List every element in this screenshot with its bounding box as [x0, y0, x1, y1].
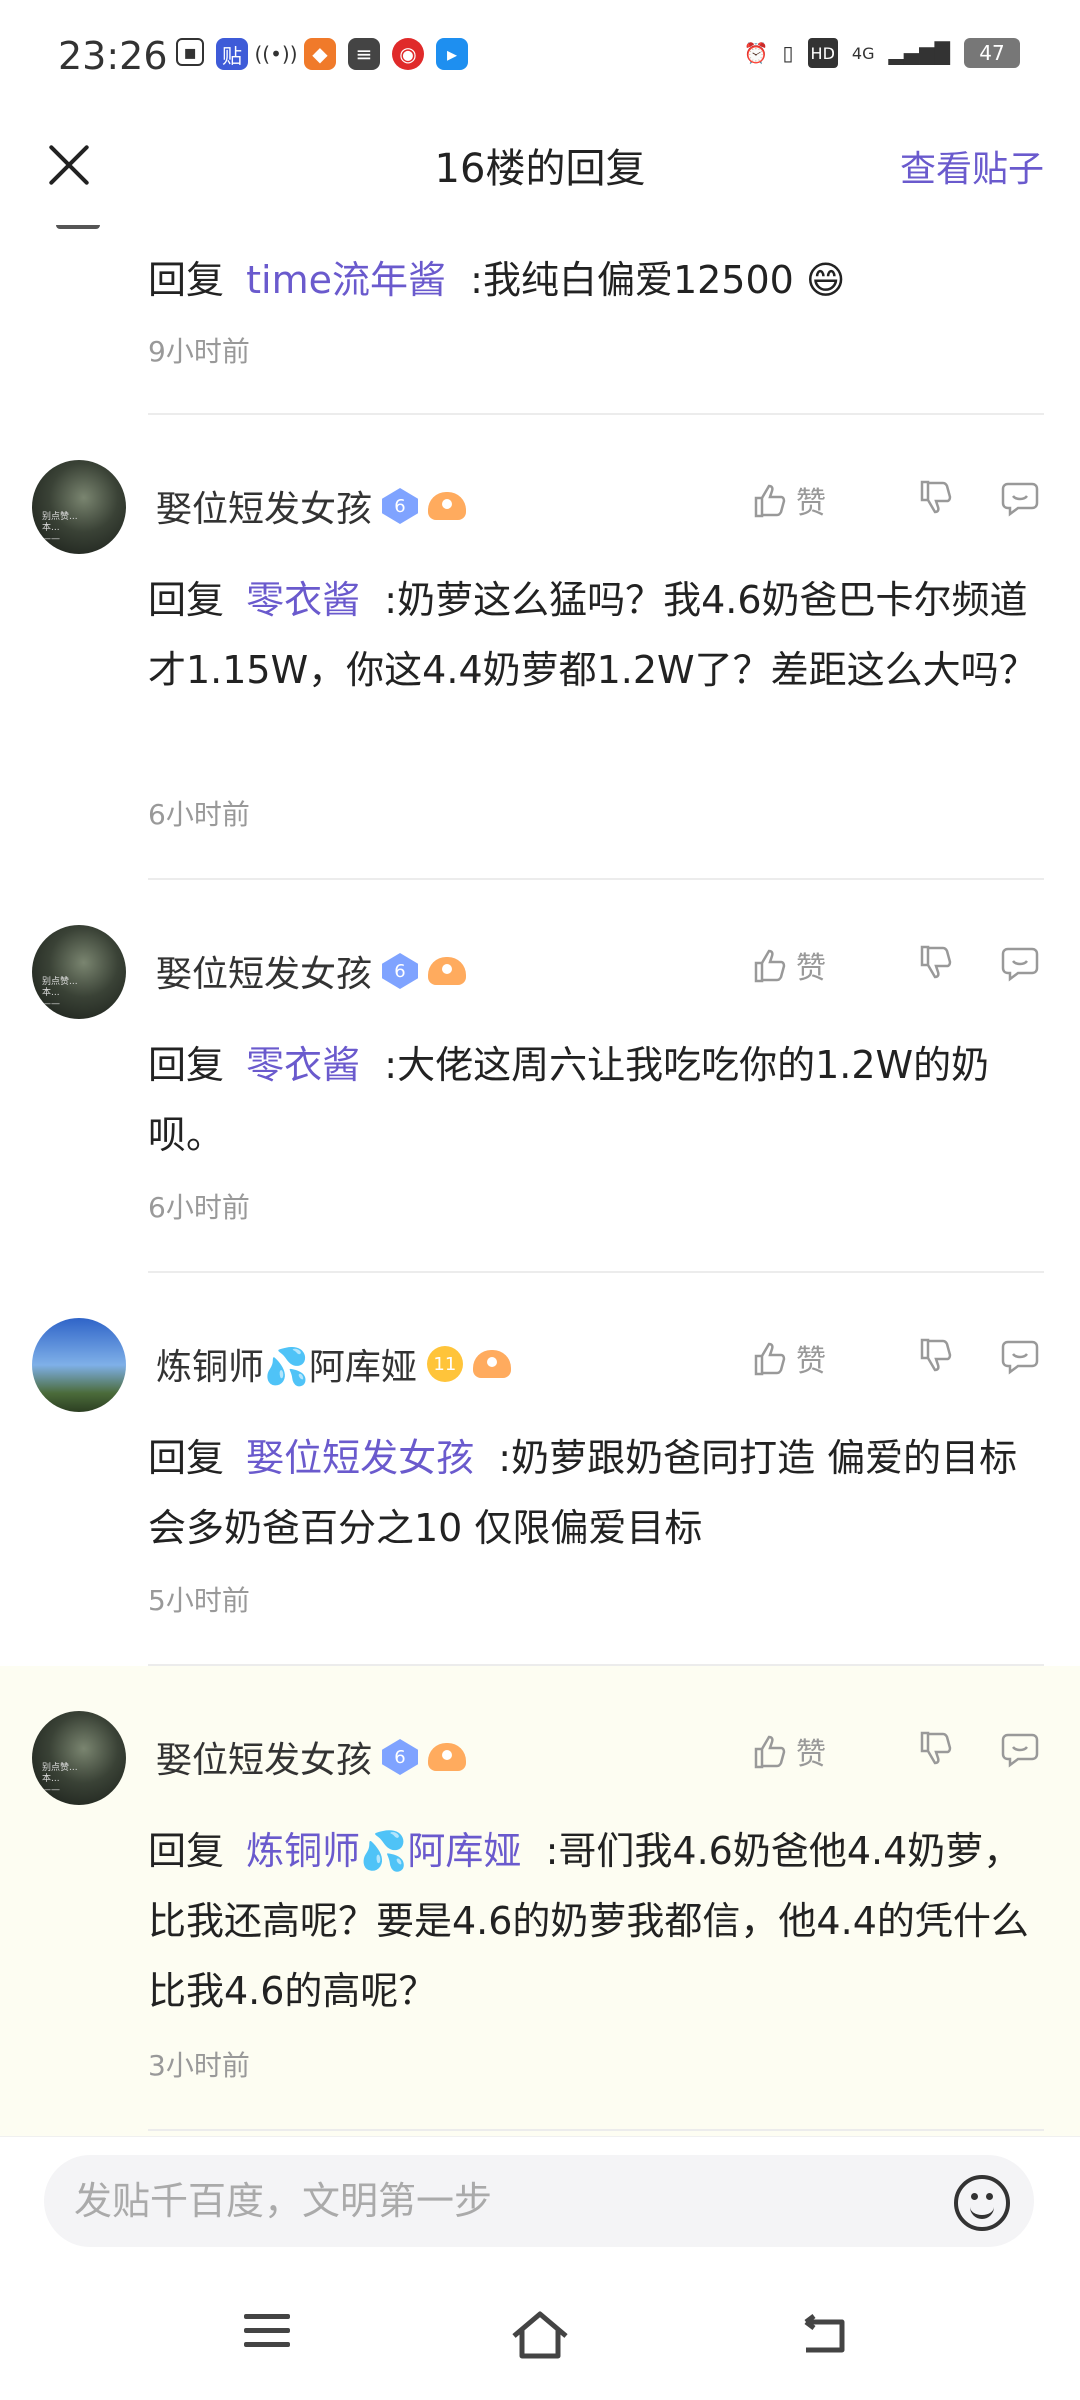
network-label: 4G: [851, 43, 875, 63]
comment-icon[interactable]: [1000, 1729, 1044, 1773]
back-icon[interactable]: [798, 2314, 848, 2356]
avatar[interactable]: 别点赞... 本... ——: [32, 460, 126, 554]
view-post-link[interactable]: 查看贴子: [900, 140, 1044, 192]
reply-time: 6小时前: [148, 1191, 250, 1224]
comment-icon[interactable]: [1000, 478, 1044, 522]
fan-badge-icon: [428, 492, 467, 520]
mention-link[interactable]: 零衣酱: [246, 578, 360, 622]
game-icon: ◆: [304, 38, 336, 70]
level-badge: 6: [382, 488, 419, 524]
reply-item-highlighted: 别点赞... 本... —— 娶位短发女孩 6 赞 回复 炼铜师💦阿库娅 :哥们我4…: [0, 1666, 1080, 2136]
avatar[interactable]: 别点赞... 本... ——: [32, 925, 126, 1019]
comment-icon[interactable]: [1000, 943, 1044, 987]
like-button[interactable]: 赞: [750, 478, 826, 522]
app-icon: ≡: [348, 38, 380, 70]
thumbs-down-icon[interactable]: [916, 943, 960, 987]
reply-time: 5小时前: [148, 1584, 250, 1617]
comment-icon[interactable]: [1000, 1336, 1044, 1380]
status-time: 23:26: [58, 34, 168, 78]
fan-badge-icon: [472, 1350, 511, 1378]
user-row: 娶位短发女孩 6: [156, 480, 467, 532]
mention-link[interactable]: 零衣酱: [246, 1043, 360, 1087]
reply-actions: 赞: [750, 478, 1044, 522]
like-button[interactable]: 赞: [750, 943, 826, 987]
reply-prefix: 回复: [148, 1436, 225, 1480]
notification-icons: ▪ 贴 ((•)) ◆ ≡ ◉ ▸: [176, 38, 468, 70]
reply-prefix: 回复: [148, 1043, 225, 1087]
reply-content: 回复 time流年酱 :我纯白偏爱12500 😄: [148, 245, 1044, 315]
thumbs-up-icon: [750, 945, 790, 985]
fan-badge-icon: [428, 957, 467, 985]
divider: [148, 2129, 1044, 2131]
reply-content: 回复 炼铜师💦阿库娅 :哥们我4.6奶爸他4.4奶萝，比我还高呢？要是4.6的奶…: [148, 1816, 1044, 2026]
home-icon[interactable]: [510, 2310, 570, 2360]
mention-link[interactable]: 炼铜师💦阿库娅: [246, 1829, 521, 1873]
header: 16楼的回复 查看贴子: [0, 110, 1080, 220]
reply-item: 回复 time流年酱 :我纯白偏爱12500 😄 9小时前: [0, 225, 1080, 415]
reply-time: 9小时前: [148, 335, 250, 368]
username[interactable]: 娶位短发女孩: [156, 480, 372, 532]
reply-input-bar: [0, 2136, 1080, 2267]
thumbs-down-icon[interactable]: [916, 1729, 960, 1773]
signal-icon: ▂▄▆█: [888, 41, 950, 65]
user-row: 娶位短发女孩 6: [156, 1731, 467, 1783]
reply-input[interactable]: [44, 2155, 1034, 2247]
alarm-icon: ⏰: [743, 41, 769, 65]
menu-icon[interactable]: [244, 2314, 290, 2352]
username[interactable]: 娶位短发女孩: [156, 1731, 372, 1783]
thumbs-down-icon[interactable]: [916, 1336, 960, 1380]
like-label: 赞: [796, 1344, 826, 1379]
thumbs-up-icon: [750, 1731, 790, 1771]
reply-time: 6小时前: [148, 798, 250, 831]
hd-icon: HD: [807, 38, 838, 68]
user-row: 炼铜师💦阿库娅 11: [156, 1338, 511, 1390]
reply-item: 别点赞... 本... —— 娶位短发女孩 6 赞 回复 零衣酱 :奶萝这么猛吗？我…: [0, 415, 1080, 880]
status-bar: 23:26 ▪ 贴 ((•)) ◆ ≡ ◉ ▸ ⏰ ▯ HD 4G ▂▄▆█ 4…: [0, 0, 1080, 110]
username[interactable]: 娶位短发女孩: [156, 945, 372, 997]
user-row: 娶位短发女孩 6: [156, 945, 467, 997]
reply-prefix: 回复: [148, 578, 225, 622]
thumbs-up-icon: [750, 480, 790, 520]
reply-actions: 赞: [750, 943, 1044, 987]
battery-icon: 47: [964, 38, 1020, 68]
arrow-app-icon: ▸: [436, 38, 468, 70]
reply-content: 回复 零衣酱 :奶萝这么猛吗？我4.6奶爸巴卡尔频道才1.15W，你这4.4奶萝…: [148, 565, 1044, 705]
like-button[interactable]: 赞: [750, 1336, 826, 1380]
music-icon: ◉: [392, 38, 424, 70]
reply-content: 回复 零衣酱 :大佬这周六让我吃吃你的1.2W的奶呗。: [148, 1030, 1044, 1170]
reply-actions: 赞: [750, 1336, 1044, 1380]
level-badge: 11: [426, 1346, 463, 1382]
vibrate-icon: ▯: [782, 41, 794, 65]
thumbs-up-icon: [750, 1338, 790, 1378]
reply-actions: 赞: [750, 1729, 1044, 1773]
level-badge: 6: [382, 1739, 419, 1775]
reply-item: 别点赞... 本... —— 娶位短发女孩 6 赞 回复 零衣酱 :大佬这周六让我吃…: [0, 880, 1080, 1273]
like-label: 赞: [796, 486, 826, 521]
mention-link[interactable]: 娶位短发女孩: [246, 1436, 474, 1480]
system-icons: ⏰ ▯ HD 4G ▂▄▆█ 47: [744, 38, 1020, 68]
mention-link[interactable]: time流年酱: [246, 258, 446, 302]
signal-broadcast-icon: ((•)): [255, 38, 298, 70]
like-label: 赞: [796, 1737, 826, 1772]
emoji-icon[interactable]: [954, 2175, 1010, 2231]
level-badge: 6: [382, 953, 419, 989]
system-nav-bar: [0, 2266, 1080, 2400]
avatar[interactable]: [32, 1318, 126, 1412]
like-button[interactable]: 赞: [750, 1729, 826, 1773]
reply-text: :我纯白偏爱12500 😄: [458, 258, 846, 302]
avatar-edge: [56, 225, 100, 229]
reply-prefix: 回复: [148, 1829, 225, 1873]
thumbs-down-icon[interactable]: [916, 478, 960, 522]
like-label: 赞: [796, 951, 826, 986]
reply-prefix: 回复: [148, 258, 225, 302]
tieba-icon: 贴: [216, 38, 248, 70]
reply-content: 回复 娶位短发女孩 :奶萝跟奶爸同打造 偏爱的目标会多奶爸百分之10 仅限偏爱目…: [148, 1423, 1044, 1563]
fan-badge-icon: [428, 1743, 467, 1771]
reply-time: 3小时前: [148, 2049, 250, 2082]
tv-icon: ▪: [176, 38, 204, 66]
username[interactable]: 炼铜师💦阿库娅: [156, 1338, 417, 1390]
reply-item: 炼铜师💦阿库娅 11 赞 回复 娶位短发女孩 :奶萝跟奶爸同打造 偏爱的目标会多…: [0, 1273, 1080, 1666]
avatar[interactable]: 别点赞... 本... ——: [32, 1711, 126, 1805]
